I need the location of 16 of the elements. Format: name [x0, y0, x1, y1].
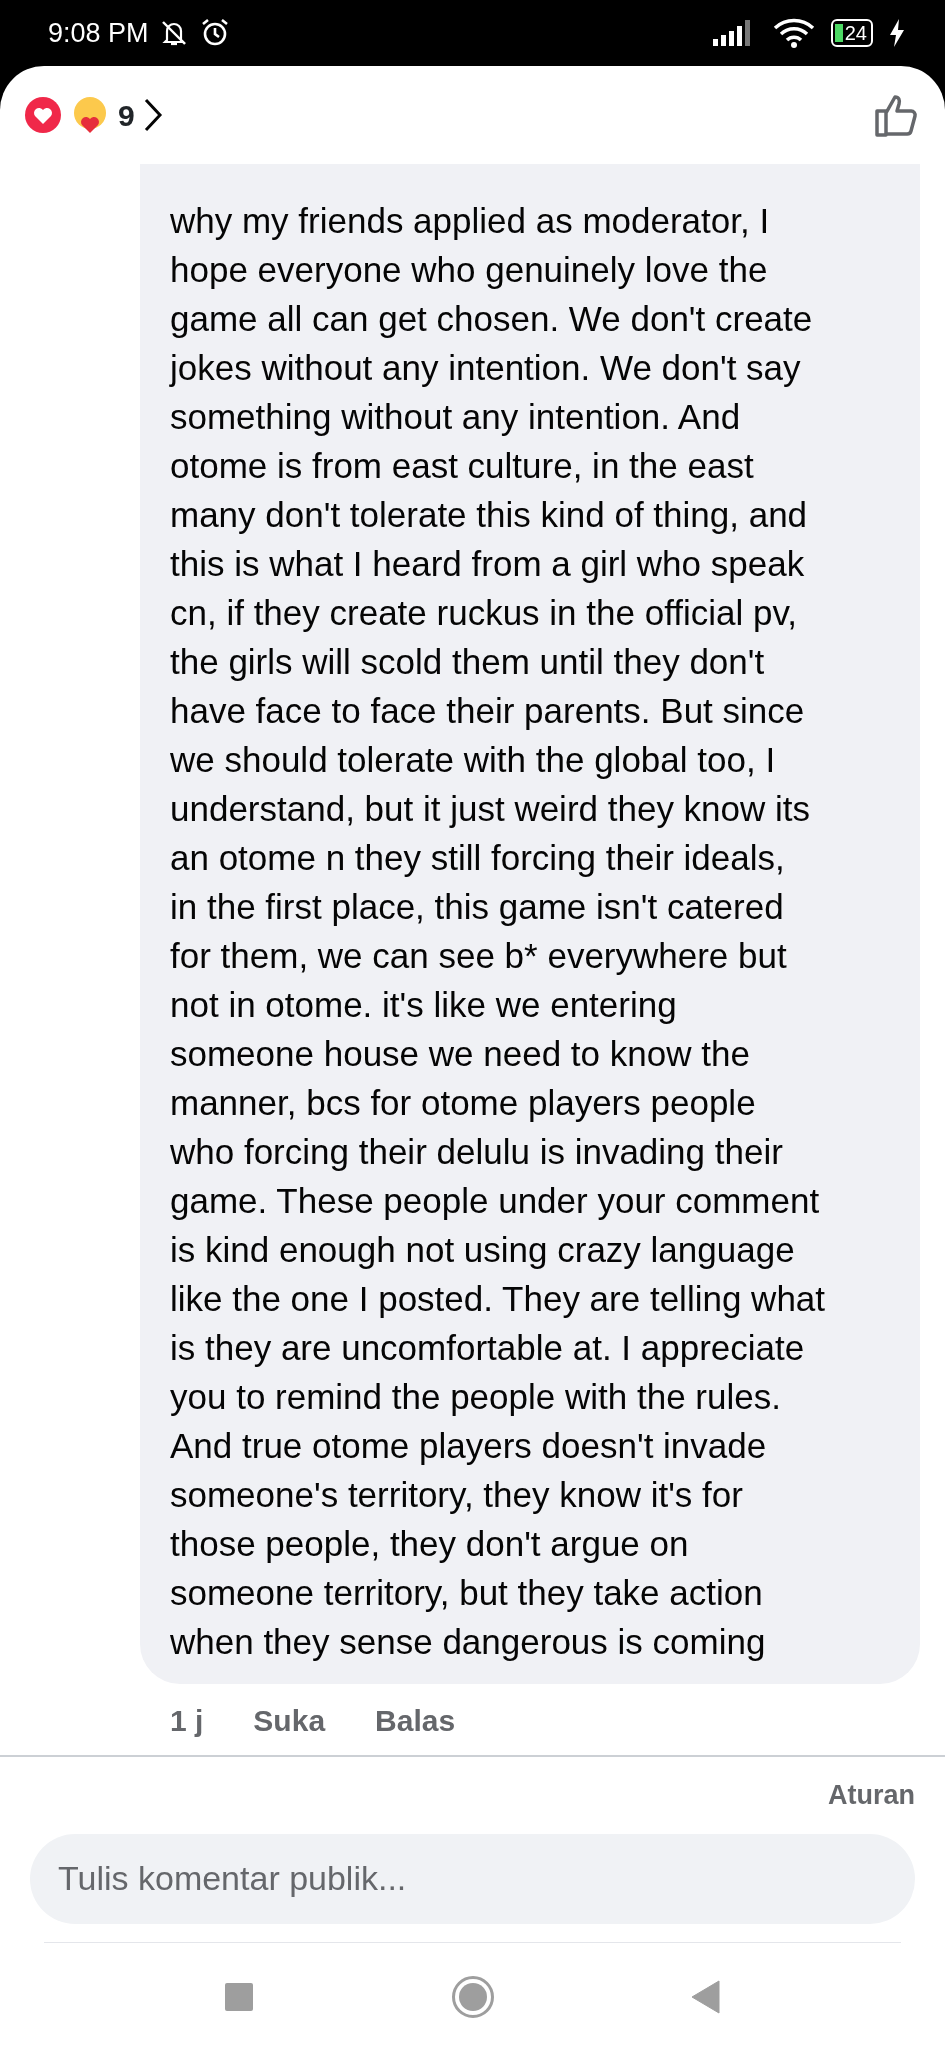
comment-time: 1 j: [170, 1703, 204, 1739]
charging-icon: [889, 19, 905, 47]
wifi-icon: [772, 18, 815, 48]
battery-icon: 24: [830, 19, 873, 47]
reactions-summary[interactable]: 9: [24, 92, 163, 138]
recents-icon[interactable]: [224, 1982, 254, 2012]
comment-text: why my friends applied as moderator, I hope everyone who genuinely love the game all can get chosen. We don't create jokes without any intention. We don't say something without any intention. And otome is from east culture, in the east many don't tolerate this kind of thing, and this is what I heard from a girl who speak cn, if they create ruckus in the official pv, the girls will scold them until they don't have face to face their parents. But since we should tolerate with the global too, I understand, but it just weird they know its an otome n they still forcing their ideals, in the first place, this game isn't catered for them, we can see b* everywhere but not in otome. it's like we entering someone house we need to know the manner, bcs for otome players people who forcing their delulu is invading their game. These people under your comment is kind enough not using crazy language like the one I posted. They are telling what is they are uncomfortable at. I appreciate you to remind the people with the rules. And true otome players doesn't invade someone's territory, they know it's for those people, they don't argue on someone territory, but they take action when they sense dangerous is coming: [170, 200, 827, 1663]
rules-link[interactable]: Aturan: [828, 1757, 945, 1834]
comment-action-link[interactable]: Balas: [375, 1698, 456, 1743]
comment-input-field[interactable]: Tulis komentar publik...: [30, 1833, 915, 1924]
back-icon[interactable]: [691, 1980, 721, 2014]
comment-action-link[interactable]: Suka: [253, 1698, 326, 1743]
home-icon[interactable]: [450, 1975, 495, 2019]
chevron-right-icon: [142, 97, 163, 133]
heart-reaction-icon: [24, 96, 62, 134]
status-time: 9:08 PM: [48, 16, 149, 50]
